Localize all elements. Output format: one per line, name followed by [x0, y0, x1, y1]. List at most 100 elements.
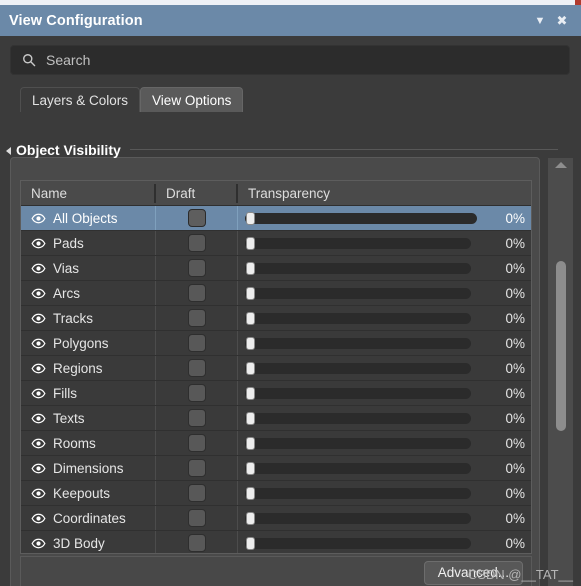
- slider-track: [245, 312, 471, 324]
- table-row[interactable]: Regions 0%: [21, 356, 531, 381]
- slider-thumb[interactable]: [246, 511, 255, 525]
- slider-thumb[interactable]: [246, 261, 255, 275]
- draft-checkbox[interactable]: [187, 484, 206, 502]
- row-label: Texts: [53, 410, 85, 426]
- row-label: All Objects: [53, 210, 118, 226]
- table-row[interactable]: Coordinates 0%: [21, 506, 531, 531]
- table-row[interactable]: Pads 0%: [21, 231, 531, 256]
- eye-icon[interactable]: [31, 411, 46, 426]
- transparency-slider[interactable]: [245, 336, 471, 350]
- slider-thumb[interactable]: [246, 361, 255, 375]
- draft-checkbox[interactable]: [187, 284, 206, 302]
- search-box[interactable]: [10, 45, 570, 75]
- draft-checkbox[interactable]: [187, 534, 206, 552]
- eye-icon[interactable]: [31, 211, 46, 226]
- eye-icon[interactable]: [31, 486, 46, 501]
- transparency-slider[interactable]: [245, 211, 477, 225]
- cell-transparency: 0%: [238, 206, 531, 230]
- eye-icon[interactable]: [31, 436, 46, 451]
- scroll-down-arrow-icon[interactable]: [548, 582, 573, 586]
- scroll-up-arrow-icon[interactable]: [548, 158, 573, 172]
- title-bar: View Configuration ▼ ✖: [0, 5, 581, 36]
- draft-checkbox[interactable]: [187, 434, 206, 452]
- slider-thumb[interactable]: [246, 486, 255, 500]
- tab-layers-and-colors[interactable]: Layers & Colors: [20, 87, 141, 112]
- triangle-collapse-icon[interactable]: [6, 147, 11, 155]
- cell-draft: [156, 381, 238, 405]
- scrollbar-thumb[interactable]: [556, 261, 566, 431]
- draft-checkbox[interactable]: [187, 259, 206, 277]
- table-row[interactable]: Arcs 0%: [21, 281, 531, 306]
- draft-checkbox[interactable]: [187, 384, 206, 402]
- table-row[interactable]: Rooms 0%: [21, 431, 531, 456]
- cell-transparency: 0%: [238, 406, 531, 430]
- draft-checkbox[interactable]: [187, 334, 206, 352]
- table-row[interactable]: Vias 0%: [21, 256, 531, 281]
- eye-icon[interactable]: [31, 461, 46, 476]
- transparency-slider[interactable]: [245, 511, 471, 525]
- draft-checkbox[interactable]: [187, 209, 206, 227]
- table-row[interactable]: Fills 0%: [21, 381, 531, 406]
- cell-transparency: 0%: [238, 331, 531, 355]
- transparency-slider[interactable]: [245, 411, 471, 425]
- eye-icon[interactable]: [31, 361, 46, 376]
- vertical-scrollbar[interactable]: [548, 158, 573, 586]
- eye-icon[interactable]: [31, 386, 46, 401]
- eye-icon[interactable]: [31, 311, 46, 326]
- table-row[interactable]: Dimensions 0%: [21, 456, 531, 481]
- slider-thumb[interactable]: [246, 236, 255, 250]
- eye-icon[interactable]: [31, 236, 46, 251]
- transparency-slider[interactable]: [245, 236, 471, 250]
- slider-thumb[interactable]: [246, 436, 255, 450]
- column-header-transparency: Transparency: [238, 181, 531, 205]
- row-label: Pads: [53, 235, 84, 251]
- eye-icon[interactable]: [31, 261, 46, 276]
- search-input[interactable]: [46, 52, 569, 68]
- slider-thumb[interactable]: [246, 336, 255, 350]
- slider-thumb[interactable]: [246, 536, 255, 550]
- draft-checkbox[interactable]: [187, 234, 206, 252]
- cell-transparency: 0%: [238, 431, 531, 455]
- slider-thumb[interactable]: [246, 286, 255, 300]
- transparency-slider[interactable]: [245, 436, 471, 450]
- transparency-slider[interactable]: [245, 311, 471, 325]
- row-label: Polygons: [53, 335, 109, 351]
- transparency-slider[interactable]: [245, 461, 471, 475]
- slider-thumb[interactable]: [246, 211, 255, 225]
- eye-icon[interactable]: [31, 536, 46, 551]
- table-row[interactable]: 3D Body 0%: [21, 531, 531, 553]
- transparency-slider[interactable]: [245, 486, 471, 500]
- transparency-slider[interactable]: [245, 361, 471, 375]
- table-row[interactable]: Texts 0%: [21, 406, 531, 431]
- table-row[interactable]: All Objects 0%: [21, 206, 531, 231]
- slider-track: [245, 362, 471, 374]
- eye-icon[interactable]: [31, 511, 46, 526]
- slider-thumb[interactable]: [246, 311, 255, 325]
- row-label: 3D Body: [53, 535, 105, 551]
- slider-thumb[interactable]: [246, 461, 255, 475]
- slider-track: [245, 262, 471, 274]
- draft-checkbox[interactable]: [187, 409, 206, 427]
- chevron-down-icon[interactable]: ▼: [529, 10, 551, 32]
- section-header-object-visibility[interactable]: Object Visibility: [6, 142, 121, 159]
- table-row[interactable]: Polygons 0%: [21, 331, 531, 356]
- slider-thumb[interactable]: [246, 386, 255, 400]
- table-row[interactable]: Keepouts 0%: [21, 481, 531, 506]
- close-icon[interactable]: ✖: [551, 10, 573, 32]
- table-row[interactable]: Tracks 0%: [21, 306, 531, 331]
- transparency-slider[interactable]: [245, 536, 471, 550]
- transparency-slider[interactable]: [245, 386, 471, 400]
- draft-checkbox[interactable]: [187, 509, 206, 527]
- eye-icon[interactable]: [31, 336, 46, 351]
- draft-checkbox[interactable]: [187, 359, 206, 377]
- column-header-label: Draft: [166, 185, 196, 201]
- transparency-slider[interactable]: [245, 286, 471, 300]
- transparency-slider[interactable]: [245, 261, 471, 275]
- eye-icon[interactable]: [31, 286, 46, 301]
- slider-thumb[interactable]: [246, 411, 255, 425]
- cell-transparency: 0%: [238, 531, 531, 553]
- draft-checkbox[interactable]: [187, 459, 206, 477]
- draft-checkbox[interactable]: [187, 309, 206, 327]
- cell-transparency: 0%: [238, 506, 531, 530]
- tab-view-options[interactable]: View Options: [140, 87, 244, 112]
